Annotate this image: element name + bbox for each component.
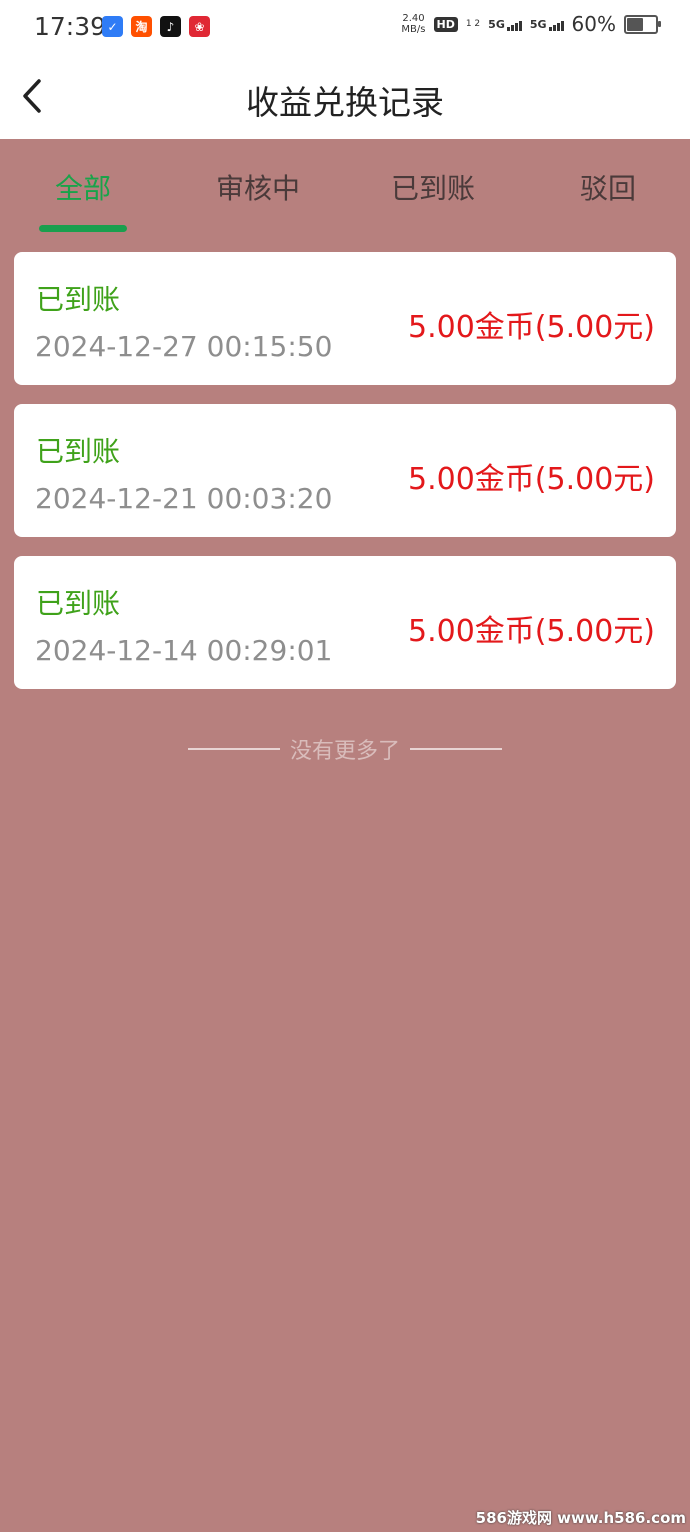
red-app-icon: ❀	[189, 16, 210, 37]
record-time: 2024-12-27 00:15:50	[35, 330, 333, 363]
site-watermark: 586游戏网 www.h586.com	[475, 1509, 686, 1527]
battery-level	[627, 17, 643, 31]
record-amount: 5.00金币(5.00元)	[407, 462, 655, 497]
record-status: 已到账	[36, 587, 121, 620]
network-speed-value: 2.40	[402, 13, 425, 24]
hd-sub-label: 1 2	[465, 19, 481, 29]
record-card[interactable]: 已到账 2024-12-21 00:03:20 5.00金币(5.00元)	[14, 404, 676, 537]
divider-right	[410, 748, 502, 750]
record-card[interactable]: 已到账 2024-12-14 00:29:01 5.00金币(5.00元)	[14, 556, 676, 689]
battery-icon	[624, 14, 661, 34]
record-amount: 5.00金币(5.00元)	[407, 310, 655, 345]
top-app-bar: 收益兑换记录	[0, 56, 690, 139]
status-bar: 17:39 ✓ 淘 ♪ ❀ 2.40 MB/s HD 1 2 5G 5G 60%	[0, 0, 690, 56]
active-tab-indicator	[39, 225, 127, 232]
tab-credited[interactable]: 已到账	[373, 167, 493, 207]
end-of-list-text: 没有更多了	[289, 739, 400, 764]
tiktok-app-icon: ♪	[160, 16, 181, 37]
network-speed-unit: MB/s	[401, 24, 426, 35]
record-card[interactable]: 已到账 2024-12-27 00:15:50 5.00金币(5.00元)	[14, 252, 676, 385]
hd-icon: HD	[433, 16, 458, 32]
signal-2-label: 5G	[529, 17, 547, 31]
notification-icons: ✓ 淘 ♪ ❀	[102, 16, 210, 37]
system-indicators: 2.40 MB/s HD 1 2 5G 5G 60%	[401, 12, 661, 36]
taobao-app-icon: 淘	[131, 16, 152, 37]
signal-icon-1: 5G	[488, 18, 522, 31]
tab-rejected[interactable]: 驳回	[548, 167, 668, 207]
tab-under-review[interactable]: 审核中	[198, 167, 318, 207]
tab-all[interactable]: 全部	[23, 167, 143, 207]
network-speed: 2.40 MB/s	[401, 13, 425, 35]
battery-percent: 60%	[571, 12, 616, 36]
status-time: 17:39	[34, 12, 107, 41]
signal-icon-2: 5G	[530, 18, 564, 31]
shield-app-icon: ✓	[102, 16, 123, 37]
record-amount: 5.00金币(5.00元)	[407, 614, 655, 649]
page-title: 收益兑换记录	[246, 83, 444, 122]
filter-tabs: 全部 审核中 已到账 驳回	[0, 139, 690, 234]
divider-left	[187, 748, 280, 750]
end-of-list-note: 没有更多了	[0, 733, 690, 765]
record-status: 已到账	[36, 435, 121, 468]
record-status: 已到账	[36, 283, 121, 316]
record-time: 2024-12-21 00:03:20	[35, 482, 333, 515]
record-time: 2024-12-14 00:29:01	[35, 634, 333, 667]
signal-1-label: 5G	[488, 17, 505, 31]
